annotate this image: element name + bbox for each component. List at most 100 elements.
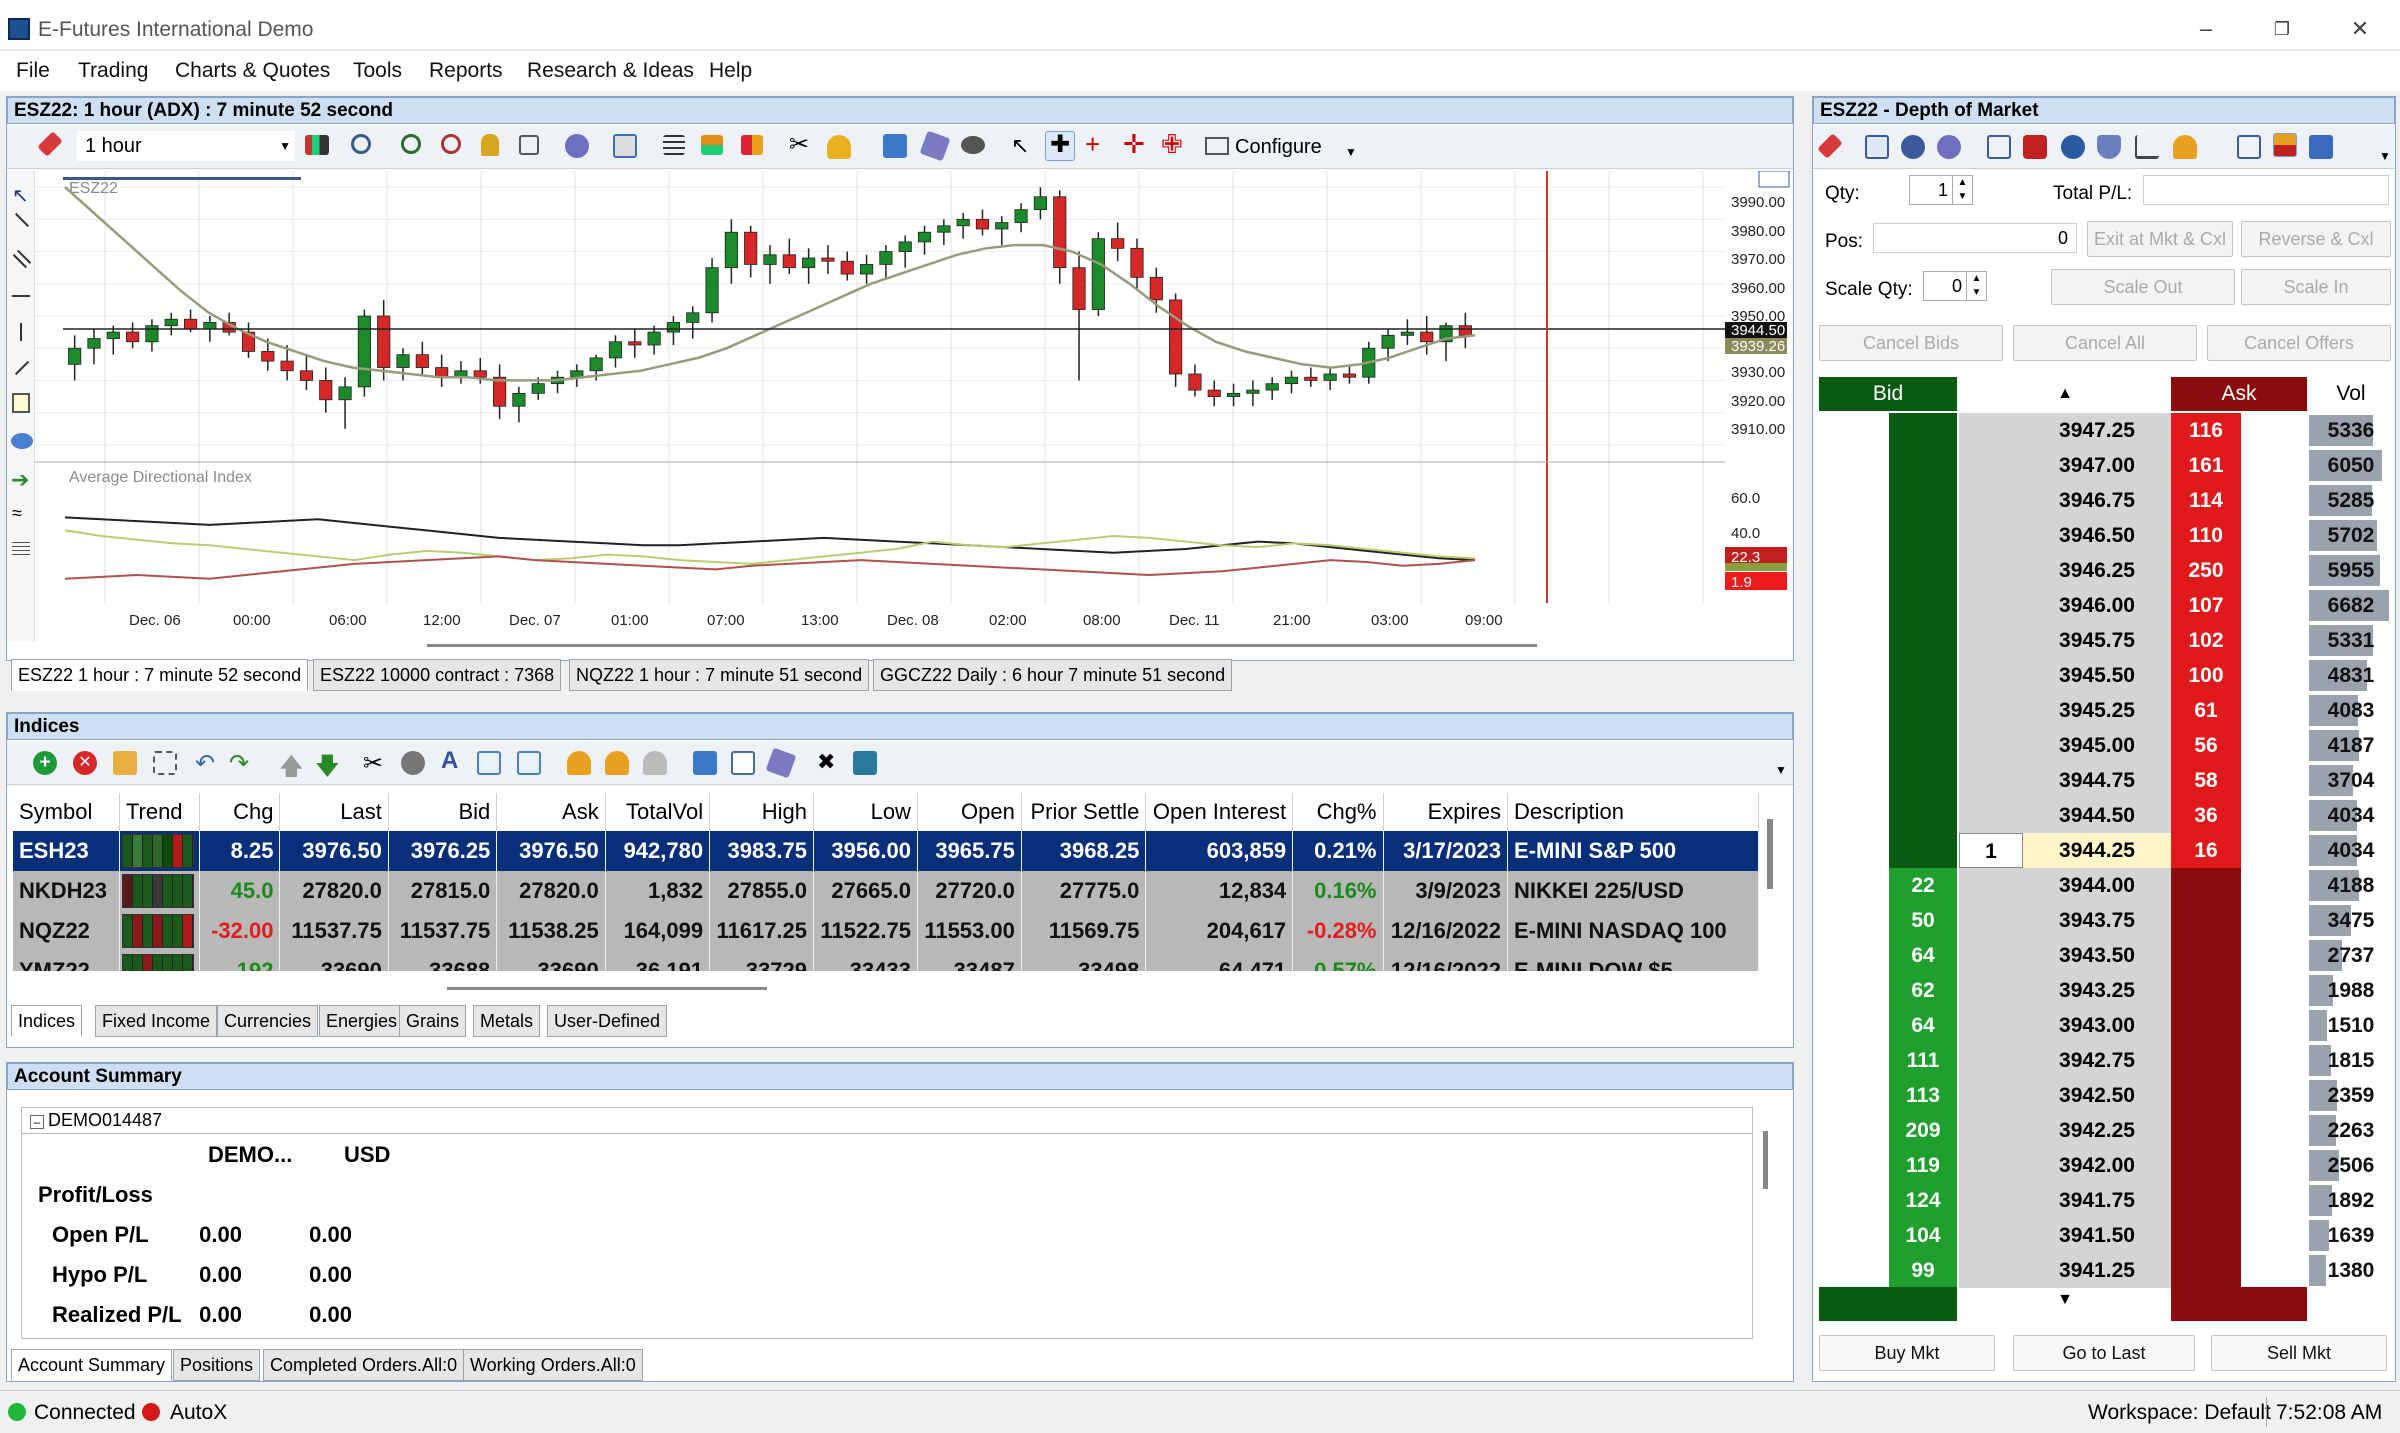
price-cell[interactable]: 3945.25 bbox=[2023, 693, 2171, 728]
tab-user-defined[interactable]: User-Defined bbox=[547, 1005, 668, 1037]
bid-size[interactable]: 62 bbox=[1889, 973, 1957, 1008]
price-cell[interactable]: 3941.75 bbox=[2023, 1183, 2171, 1218]
ask-order-cell[interactable] bbox=[2241, 1043, 2307, 1078]
tab-chart-nqz22[interactable]: NQZ22 1 hour : 7 minute 51 second bbox=[569, 659, 870, 691]
column-header[interactable]: Symbol bbox=[13, 793, 120, 831]
ladder-row[interactable]: 64 3943.50 2737 bbox=[1819, 938, 2393, 973]
ask-size[interactable] bbox=[2171, 1253, 2241, 1288]
ask-order-cell[interactable] bbox=[2241, 553, 2307, 588]
price-chart[interactable]: ESZ22 Average Directional Index 3990.00 … bbox=[35, 171, 1793, 629]
column-header[interactable]: Low bbox=[813, 793, 918, 831]
color-bars-icon[interactable] bbox=[701, 135, 723, 155]
price-cell[interactable]: 3942.50 bbox=[2023, 1078, 2171, 1113]
ladder-row[interactable]: 3945.25 61 4083 bbox=[1819, 693, 2393, 728]
bid-order-cell[interactable] bbox=[1819, 1043, 1889, 1078]
bid-depth-cell[interactable] bbox=[1889, 518, 1957, 553]
bid-depth-cell[interactable] bbox=[1889, 798, 1957, 833]
last-trade-cell[interactable] bbox=[1959, 1008, 2023, 1043]
qty-spinner[interactable]: ▲ ▼ bbox=[1952, 176, 1972, 204]
alert-icon[interactable] bbox=[2173, 135, 2197, 159]
zoom-out-icon[interactable] bbox=[441, 134, 461, 154]
last-trade-cell[interactable] bbox=[1959, 1078, 2023, 1113]
ladder-row[interactable]: 62 3943.25 1988 bbox=[1819, 973, 2393, 1008]
undo-icon[interactable]: ↶ bbox=[195, 749, 219, 777]
ladder-row[interactable]: 3944.50 36 4034 bbox=[1819, 798, 2393, 833]
ask-size[interactable]: 110 bbox=[2171, 518, 2241, 553]
price-cell[interactable]: 3946.25 bbox=[2023, 553, 2171, 588]
select-tool-icon[interactable]: ↖ bbox=[12, 183, 29, 208]
scissors-icon[interactable]: ✂ bbox=[789, 133, 813, 157]
cancel-offers-button[interactable]: Cancel Offers bbox=[2207, 325, 2391, 361]
cut-icon[interactable]: ✂ bbox=[363, 749, 387, 777]
menu-trading[interactable]: Trading bbox=[78, 59, 148, 83]
bid-size[interactable]: 119 bbox=[1889, 1148, 1957, 1183]
ladder-row[interactable]: 22 3944.00 4188 bbox=[1819, 868, 2393, 903]
bid-order-cell[interactable] bbox=[1819, 1218, 1889, 1253]
bid-order-cell[interactable] bbox=[1819, 693, 1889, 728]
indices-horizontal-scrollbar[interactable] bbox=[447, 987, 767, 990]
lock-icon[interactable] bbox=[481, 134, 499, 156]
bid-size[interactable]: 111 bbox=[1889, 1043, 1957, 1078]
ladder-row[interactable]: 50 3943.75 3475 bbox=[1819, 903, 2393, 938]
scale-qty-input[interactable]: 0 ▲ ▼ bbox=[1923, 271, 1987, 301]
bid-order-cell[interactable] bbox=[1819, 973, 1889, 1008]
column-header[interactable]: Last bbox=[279, 793, 389, 831]
ask-order-cell[interactable] bbox=[2241, 1148, 2307, 1183]
ask-size[interactable]: 107 bbox=[2171, 588, 2241, 623]
channel-tool-icon[interactable] bbox=[12, 249, 32, 269]
bar-type-icon[interactable] bbox=[305, 135, 329, 155]
price-cell[interactable]: 3943.25 bbox=[2023, 973, 2171, 1008]
format-icon[interactable] bbox=[477, 751, 501, 775]
tab-indices[interactable]: Indices bbox=[11, 1005, 83, 1037]
autox-status[interactable]: AutoX bbox=[170, 1401, 227, 1425]
tab-completed-orders-all-[interactable]: Completed Orders.All:0 bbox=[263, 1349, 465, 1381]
bid-order-cell[interactable] bbox=[1819, 1008, 1889, 1043]
column-header[interactable]: Open bbox=[917, 793, 1022, 831]
ask-size[interactable] bbox=[2171, 1113, 2241, 1148]
globe-icon[interactable] bbox=[1937, 135, 1961, 159]
last-trade-cell[interactable] bbox=[1959, 693, 2023, 728]
bid-depth-cell[interactable] bbox=[1889, 833, 1957, 868]
column-header[interactable]: High bbox=[709, 793, 815, 831]
add-symbol-icon[interactable]: + bbox=[33, 751, 57, 775]
ladder-row[interactable]: 209 3942.25 2263 bbox=[1819, 1113, 2393, 1148]
eraser-icon[interactable] bbox=[961, 136, 985, 154]
select-area-icon[interactable] bbox=[153, 751, 177, 775]
ask-size[interactable]: 250 bbox=[2171, 553, 2241, 588]
table-row-selected[interactable]: ESH23 8.25 3976.50 3976.25 3976.50 942,780 398… bbox=[13, 831, 1759, 871]
chart-window-icon[interactable] bbox=[2237, 135, 2261, 159]
volume-icon[interactable] bbox=[741, 135, 763, 155]
chart-window-icon[interactable] bbox=[731, 751, 755, 775]
chart-scroll-indicator[interactable] bbox=[63, 177, 301, 180]
bid-depth-cell[interactable] bbox=[1889, 553, 1957, 588]
menu-charts-quotes[interactable]: Charts & Quotes bbox=[175, 59, 330, 83]
ask-size[interactable] bbox=[2171, 868, 2241, 903]
globe-icon[interactable] bbox=[565, 134, 589, 158]
ladder-row[interactable]: 3946.25 250 5955 bbox=[1819, 553, 2393, 588]
account-scrollbar[interactable] bbox=[1763, 1131, 1768, 1189]
ask-order-cell[interactable] bbox=[2241, 448, 2307, 483]
price-cell[interactable]: 3945.00 bbox=[2023, 728, 2171, 763]
ask-size[interactable] bbox=[2171, 1008, 2241, 1043]
price-cell[interactable]: 3942.25 bbox=[2023, 1113, 2171, 1148]
ask-order-cell[interactable] bbox=[2241, 623, 2307, 658]
alert-bell-icon[interactable] bbox=[827, 135, 851, 159]
qty-input[interactable]: 1 ▲ ▼ bbox=[1909, 175, 1973, 205]
cursor-icon[interactable]: ↖ bbox=[1011, 133, 1035, 158]
grid-icon[interactable] bbox=[1865, 135, 1889, 159]
menu-file[interactable]: File bbox=[16, 59, 50, 83]
zoom-icon[interactable] bbox=[351, 134, 371, 154]
ask-order-cell[interactable] bbox=[2241, 518, 2307, 553]
ask-size[interactable]: 16 bbox=[2171, 833, 2241, 868]
last-trade-cell[interactable] bbox=[1959, 728, 2023, 763]
tab-account-summary[interactable]: Account Summary bbox=[11, 1349, 173, 1381]
price-cell[interactable]: 3946.00 bbox=[2023, 588, 2171, 623]
font-icon[interactable]: A bbox=[441, 747, 465, 774]
bid-order-cell[interactable] bbox=[1819, 518, 1889, 553]
pin-icon[interactable] bbox=[37, 131, 63, 157]
table-row[interactable]: NKDH23 45.0 27820.0 27815.0 27820.0 1,832 2785… bbox=[13, 871, 1759, 911]
toolbar-overflow-icon[interactable]: ▼ bbox=[2379, 149, 2391, 163]
redo-icon[interactable]: ↷ bbox=[229, 749, 253, 777]
studies-icon[interactable] bbox=[663, 135, 685, 155]
column-header[interactable]: Chg bbox=[199, 793, 281, 831]
